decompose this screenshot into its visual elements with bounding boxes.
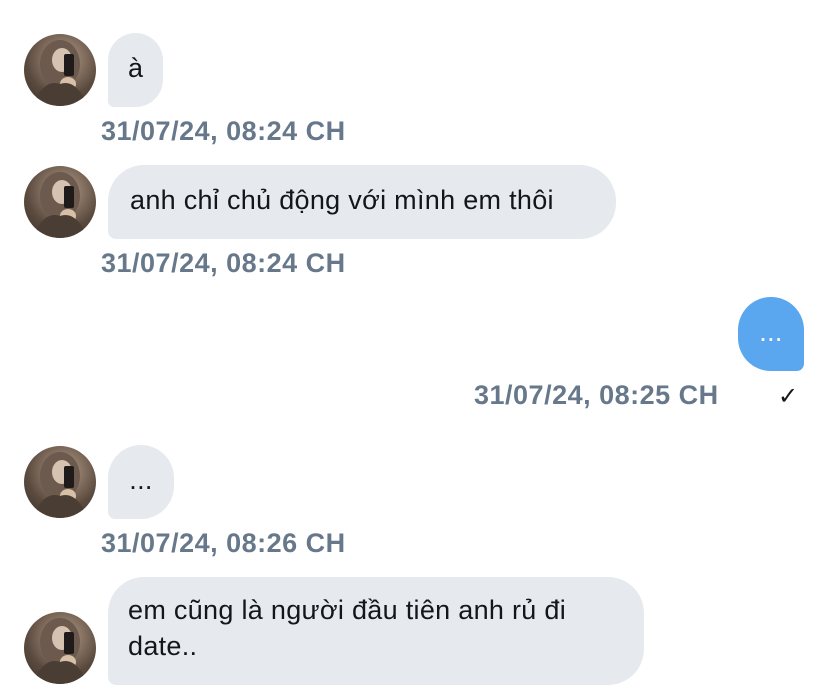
- contact-avatar[interactable]: [24, 446, 96, 518]
- message-text: à: [128, 53, 144, 83]
- message-bubble-received[interactable]: à: [108, 33, 164, 107]
- message-timestamp: 31/07/24, 08:25 CH: [474, 380, 719, 410]
- message-bubble-sent[interactable]: ...: [738, 297, 804, 371]
- message-text: anh chỉ chủ động với mình em thôi: [130, 185, 554, 215]
- message-text: ...: [129, 465, 153, 495]
- message-timestamp: 31/07/24, 08:24 CH: [101, 248, 346, 278]
- contact-avatar[interactable]: [24, 166, 96, 238]
- contact-avatar[interactable]: [24, 34, 96, 106]
- message-bubble-received[interactable]: em cũng là người đầu tiên anh rủ đi date…: [108, 577, 644, 685]
- sent-check-icon: ✓: [778, 383, 799, 410]
- message-text-line: em cũng là người đầu tiên anh rủ đi: [128, 595, 567, 625]
- message-text-line: date..: [128, 631, 198, 661]
- message-timestamp: 31/07/24, 08:26 CH: [101, 528, 346, 558]
- message-text: ...: [759, 317, 783, 347]
- conversation: à 31/07/24, 08:24 CH anh chỉ chủ động vớ…: [0, 0, 821, 690]
- contact-avatar[interactable]: [24, 612, 96, 684]
- message-bubble-received[interactable]: anh chỉ chủ động với mình em thôi: [108, 165, 616, 239]
- message-bubble-received[interactable]: ...: [108, 445, 174, 519]
- message-timestamp: 31/07/24, 08:24 CH: [101, 116, 346, 146]
